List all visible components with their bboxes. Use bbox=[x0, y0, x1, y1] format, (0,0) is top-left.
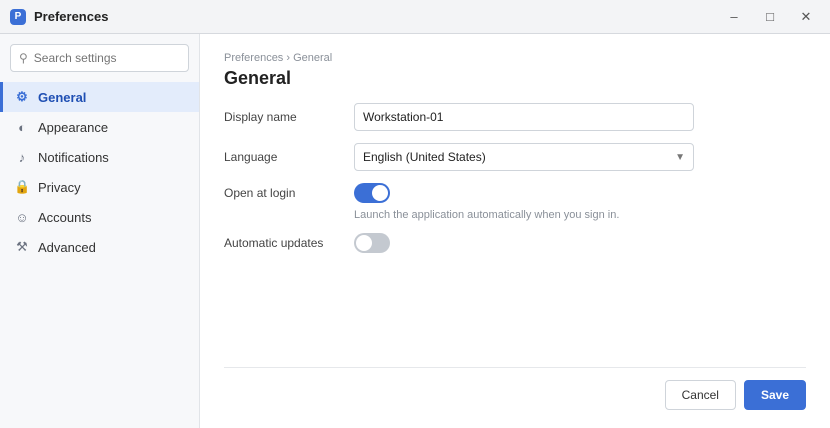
language-value: English (United States) bbox=[363, 150, 486, 164]
minimize-icon[interactable]: – bbox=[720, 6, 748, 28]
search-input[interactable] bbox=[33, 51, 189, 65]
sidebar-item-label: Notifications bbox=[38, 149, 109, 165]
display-name-row: Display name bbox=[224, 103, 806, 131]
sidebar-nav: ⚙ General ◐ Appearance ♪ Notifications 🔒 Privac… bbox=[0, 82, 199, 262]
sidebar-item-general[interactable]: ⚙ General bbox=[0, 82, 199, 112]
sidebar-search: ⚲ bbox=[10, 44, 189, 72]
title-bar: P Preferences – □ ✕ bbox=[0, 0, 830, 34]
breadcrumb: Preferences › General bbox=[224, 52, 333, 64]
sidebar-item-label: Privacy bbox=[38, 179, 81, 195]
language-label: Language bbox=[224, 150, 278, 164]
close-icon[interactable]: ✕ bbox=[792, 6, 820, 28]
maximize-icon[interactable]: □ bbox=[756, 6, 784, 28]
gear-icon: ⚙ bbox=[16, 89, 28, 104]
display-name-field[interactable] bbox=[354, 103, 694, 131]
content-area: ⚲ ⚙ General ◐ Appearance ♪ Notifications 🔒 Priv… bbox=[0, 34, 830, 428]
wrench-icon: ⚒ bbox=[16, 239, 28, 254]
startup-toggle[interactable] bbox=[354, 183, 390, 203]
language-select[interactable]: English (United States) ▼ bbox=[354, 143, 694, 171]
sidebar: ⚲ ⚙ General ◐ Appearance ♪ Notifications 🔒 Priv… bbox=[0, 34, 200, 428]
startup-hint: Launch the application automatically whe… bbox=[354, 209, 620, 221]
startup-row: Open at login bbox=[224, 183, 806, 203]
lock-icon: 🔒 bbox=[14, 179, 31, 194]
page-title: General bbox=[224, 68, 292, 88]
updates-toggle[interactable] bbox=[354, 233, 390, 253]
sidebar-item-accounts[interactable]: ☺ Accounts bbox=[0, 202, 199, 232]
language-row: Language English (United States) ▼ bbox=[224, 143, 806, 171]
sidebar-item-label: General bbox=[38, 89, 87, 105]
updates-row: Automatic updates bbox=[224, 233, 806, 253]
window-title: Preferences bbox=[34, 9, 109, 24]
sidebar-item-appearance[interactable]: ◐ Appearance bbox=[0, 112, 199, 142]
cancel-button[interactable]: Cancel bbox=[664, 380, 736, 410]
sidebar-item-label: Advanced bbox=[38, 239, 96, 255]
main-panel: Preferences › General General Display na… bbox=[200, 34, 830, 428]
sidebar-item-privacy[interactable]: 🔒 Privacy bbox=[0, 172, 199, 202]
user-icon: ☺ bbox=[15, 209, 29, 225]
palette-icon: ◐ bbox=[18, 119, 26, 135]
display-name-label: Display name bbox=[224, 110, 297, 124]
dialog-footer: Cancel Save bbox=[224, 367, 806, 410]
startup-label: Open at login bbox=[224, 186, 296, 200]
search-icon: ⚲ bbox=[19, 51, 28, 65]
preferences-window: P Preferences – □ ✕ ⚲ ⚙ General ◐ Appearanc… bbox=[0, 0, 830, 428]
sidebar-item-label: Accounts bbox=[38, 209, 92, 225]
sidebar-item-label: Appearance bbox=[38, 119, 109, 135]
sidebar-item-advanced[interactable]: ⚒ Advanced bbox=[0, 232, 199, 262]
bell-icon: ♪ bbox=[18, 149, 26, 165]
save-button[interactable]: Save bbox=[743, 380, 806, 410]
updates-label: Automatic updates bbox=[224, 236, 324, 250]
chevron-down-icon: ▼ bbox=[675, 151, 685, 163]
sidebar-item-notifications[interactable]: ♪ Notifications bbox=[0, 142, 199, 172]
app-icon: P bbox=[10, 8, 26, 25]
